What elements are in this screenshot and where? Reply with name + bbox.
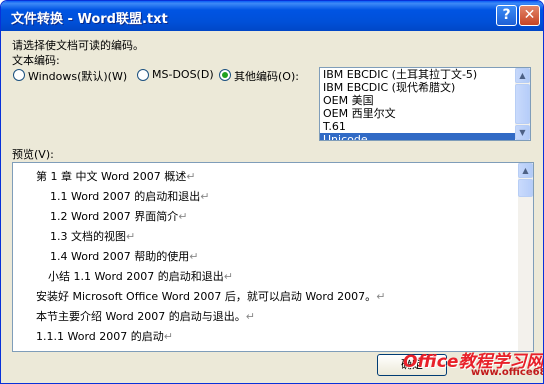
radio-circle-windows[interactable]: [13, 69, 25, 81]
encoding-scrollbar[interactable]: ▲ ▼: [515, 68, 530, 140]
radio-windows-label[interactable]: Windows(默认)(W): [28, 68, 127, 84]
paragraph-mark-icon: ↵: [186, 170, 196, 183]
paragraph-mark-icon: ↵: [178, 210, 188, 223]
paragraph-mark-icon: ↵: [376, 290, 386, 303]
preview-scrollbar[interactable]: ▲: [518, 163, 533, 351]
paragraph-mark-icon: ↵: [126, 230, 136, 243]
scroll-thumb[interactable]: [515, 84, 530, 124]
preview-line: 安装好 Microsoft Office Word 2007 后，就可以启动 W…: [36, 290, 386, 303]
preview-line: 1.4 Word 2007 帮助的使用↵: [50, 250, 199, 263]
encoding-item[interactable]: OEM 美国: [320, 94, 530, 107]
scroll-down-arrow-icon[interactable]: ▼: [515, 125, 530, 140]
encoding-group-label: 文本编码:: [12, 54, 60, 67]
radio-circle-other[interactable]: [219, 69, 231, 81]
scroll-up-arrow-icon[interactable]: ▲: [518, 163, 533, 178]
help-button[interactable]: ?: [496, 5, 517, 26]
close-button[interactable]: ✕: [519, 5, 540, 26]
preview-pane[interactable]: 第 1 章 中文 Word 2007 概述↵ 1.1 Word 2007 的启动…: [12, 162, 534, 352]
paragraph-mark-icon: ↵: [245, 310, 255, 323]
encoding-item[interactable]: IBM EBCDIC (现代希腊文): [320, 81, 530, 94]
title-bar: 文件转换 - Word联盟.txt ? ✕: [1, 1, 543, 31]
encoding-item[interactable]: T.61: [320, 120, 530, 133]
preview-line: 1.1 Word 2007 的启动和退出↵: [50, 190, 210, 203]
radio-msdos-label[interactable]: MS-DOS(D): [152, 68, 214, 81]
encoding-item-selected[interactable]: Unicode: [320, 133, 530, 140]
encoding-item[interactable]: IBM EBCDIC (土耳其拉丁文-5): [320, 68, 530, 81]
preview-line: 小结 1.1 Word 2007 的启动和退出↵: [48, 270, 233, 283]
encoding-item[interactable]: OEM 西里尔文: [320, 107, 530, 120]
paragraph-mark-icon: ↵: [200, 190, 210, 203]
radio-other-label[interactable]: 其他编码(O):: [234, 68, 299, 84]
paragraph-mark-icon: ↵: [189, 250, 199, 263]
encoding-listbox[interactable]: IBM EBCDIC (土耳其拉丁文-5) IBM EBCDIC (现代希腊文)…: [319, 67, 531, 141]
paragraph-mark-icon: ↵: [163, 330, 173, 343]
preview-line: 1.3 文档的视图↵: [50, 230, 136, 243]
file-conversion-dialog: 文件转换 - Word联盟.txt ? ✕ 请选择使文档可读的编码。 文本编码:…: [0, 0, 544, 384]
preview-line: 本节主要介绍 Word 2007 的启动与退出。↵: [36, 310, 255, 323]
prompt-text: 请选择使文档可读的编码。: [12, 39, 144, 52]
scroll-up-arrow-icon[interactable]: ▲: [515, 68, 530, 83]
preview-label: 预览(V):: [12, 148, 54, 161]
paragraph-mark-icon: ↵: [223, 270, 233, 283]
preview-line: 1.1.1 Word 2007 的启动↵: [36, 330, 173, 343]
window-title: 文件转换 - Word联盟.txt: [11, 12, 168, 27]
radio-circle-msdos[interactable]: [137, 69, 149, 81]
watermark-url: www.office68.com: [471, 367, 544, 378]
scroll-thumb[interactable]: [518, 179, 533, 197]
preview-line: 第 1 章 中文 Word 2007 概述↵: [36, 170, 196, 183]
preview-line: 1.2 Word 2007 界面简介↵: [50, 210, 188, 223]
